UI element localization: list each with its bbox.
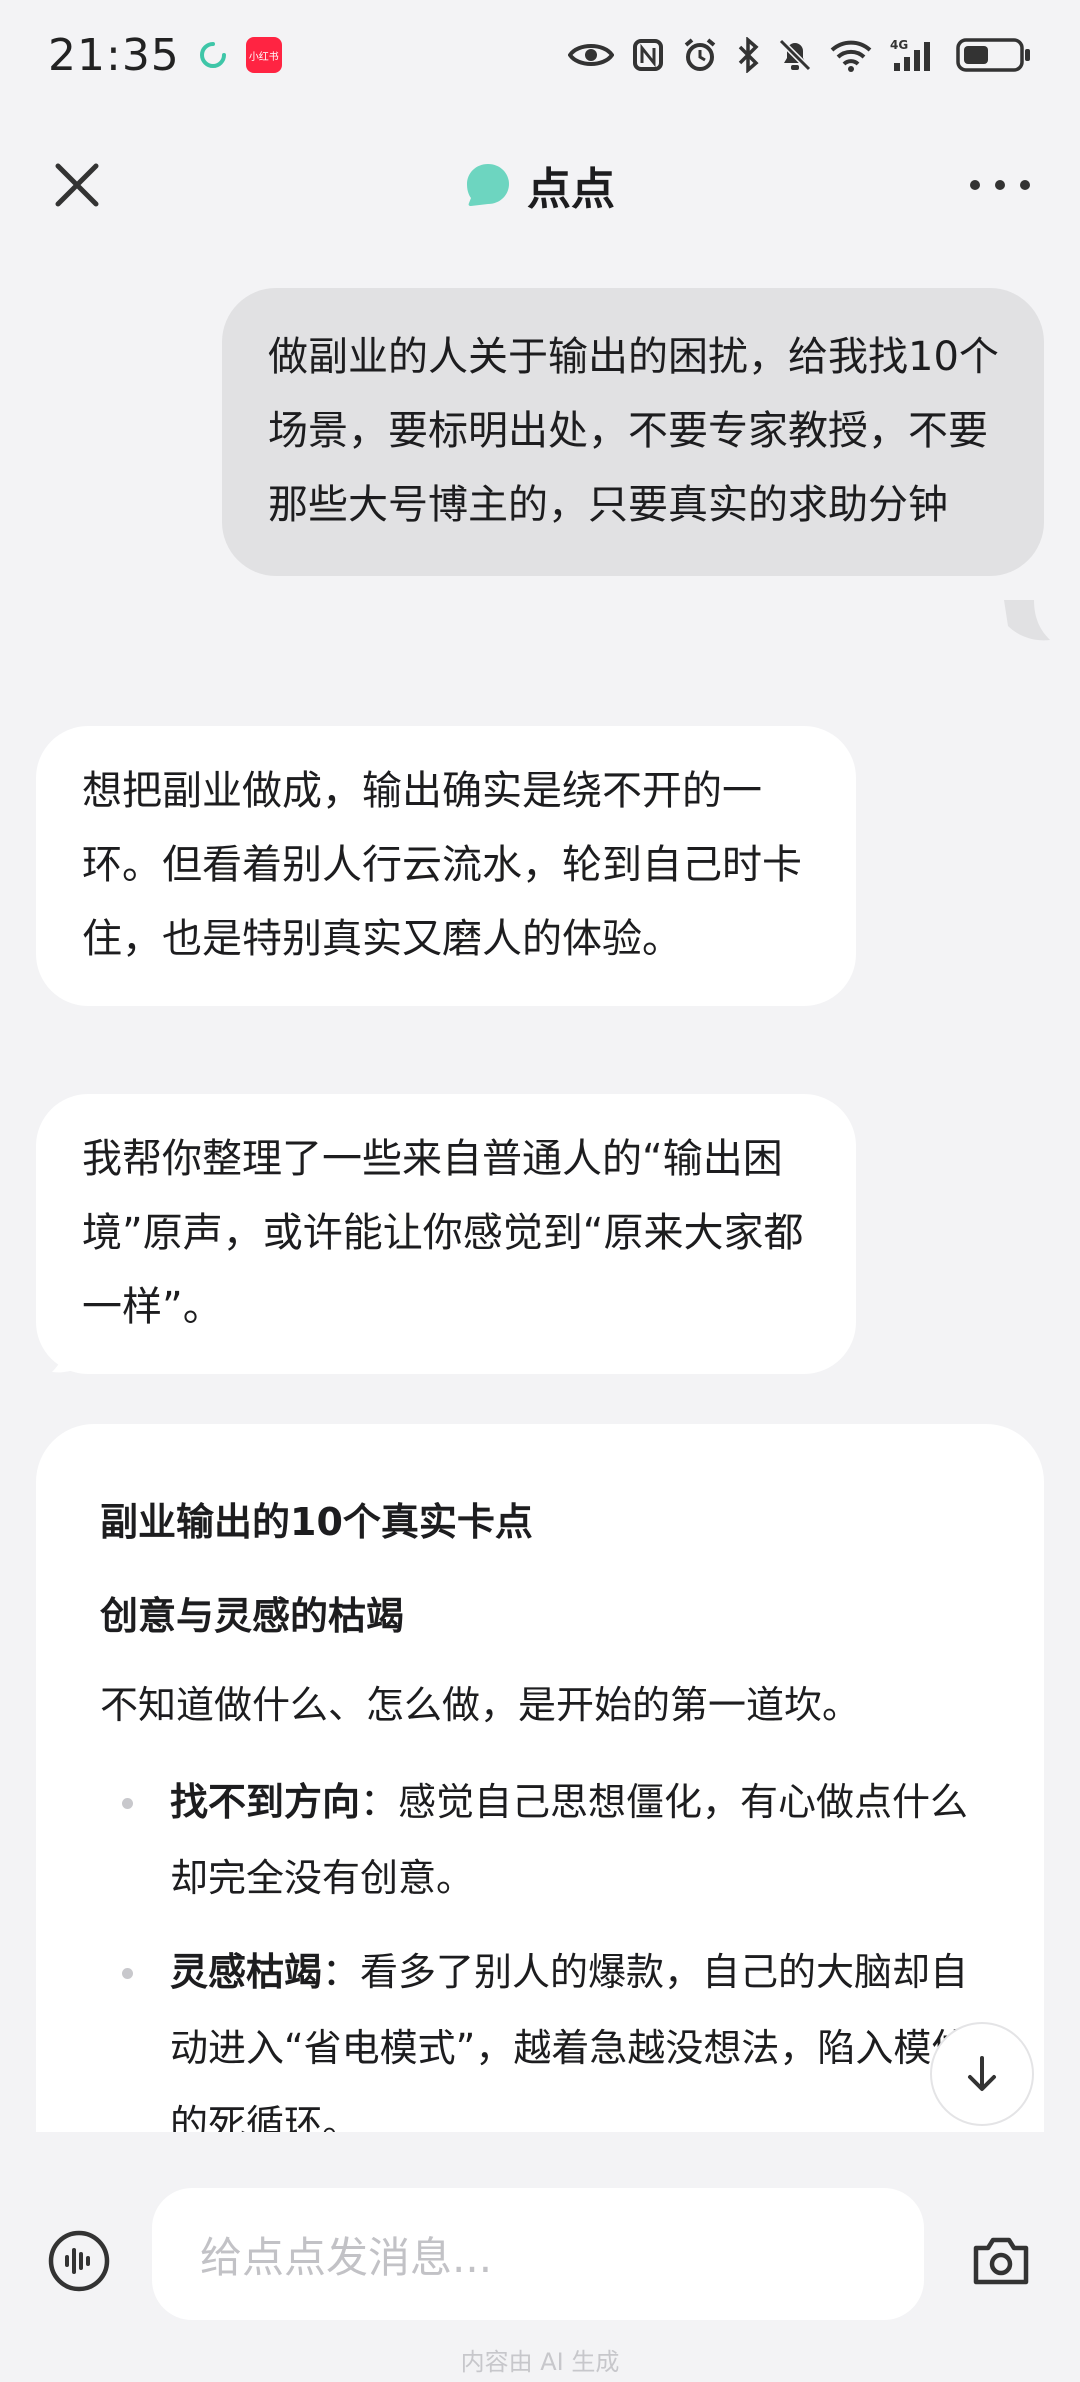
- more-dot: [995, 180, 1005, 190]
- user-message-bubble[interactable]: 做副业的人关于输出的困扰，给我找10个场景，要标明出处，不要专家教授，不要那些大…: [222, 288, 1044, 576]
- voice-icon[interactable]: [46, 2228, 112, 2294]
- status-right: 4G: [568, 37, 1032, 73]
- list-item: 灵感枯竭：看多了别人的爆款，自己的大脑却自动进入“省电模式”，越着急越没想法，陷…: [100, 1934, 980, 2144]
- section-intro: 不知道做什么、怎么做，是开始的第一道坎。: [100, 1683, 861, 1727]
- wifi-icon: [830, 40, 872, 72]
- nfc-icon: [633, 39, 663, 71]
- chat-header: 点点: [0, 130, 1080, 240]
- chat-screen: 21:35 小红书 4G 点点 做副业的人关于输出的困扰，给我找10个场景，要标…: [0, 0, 1080, 2382]
- close-icon[interactable]: [50, 158, 104, 212]
- eye-icon: [568, 44, 614, 66]
- answer-card[interactable]: 副业输出的10个真实卡点 创意与灵感的枯竭 不知道做什么、怎么做，是开始的第一道…: [36, 1424, 1044, 2144]
- sync-icon: [199, 42, 226, 68]
- scroll-down-button[interactable]: [930, 2022, 1034, 2126]
- ai-disclaimer: 内容由 AI 生成: [460, 2348, 620, 2376]
- status-left: 21:35 小红书: [48, 30, 282, 81]
- message-input-placeholder: 给点点发消息...: [200, 2232, 493, 2282]
- alarm-icon: [684, 38, 716, 71]
- arrow-down-icon: [968, 2056, 996, 2091]
- list-item-term: 找不到方向: [170, 1780, 361, 1824]
- user-bubble-tail: [1004, 600, 1050, 641]
- status-time: 21:35: [48, 29, 180, 81]
- point-list: 找不到方向：感觉自己思想僵化，有心做点什么却完全没有创意。 灵感枯竭：看多了别人…: [100, 1764, 980, 2144]
- list-item-separator: ：: [360, 1780, 399, 1824]
- section-title: 创意与灵感的枯竭: [100, 1594, 405, 1638]
- more-dot: [1020, 180, 1030, 190]
- user-message-text: 做副业的人关于输出的困扰，给我找10个场景，要标明出处，不要专家教授，不要那些大…: [268, 334, 999, 528]
- signal-4g-icon: 4G: [890, 38, 930, 71]
- chat-title: 点点: [527, 164, 615, 215]
- more-dot: [970, 180, 980, 190]
- bot-bubble-tail: [52, 1332, 98, 1373]
- list-item-term: 灵感枯竭: [170, 1950, 323, 1994]
- bluetooth-icon: [738, 37, 759, 73]
- chat-title-group: 点点: [465, 153, 615, 217]
- bot-avatar-icon: [467, 164, 509, 206]
- rednote-app-icon: 小红书: [245, 37, 282, 73]
- bot-message-bubble[interactable]: 我帮你整理了一些来自普通人的“输出困境”原声，或许能让你感觉到“原来大家都一样”…: [36, 1094, 856, 1374]
- list-item: 找不到方向：感觉自己思想僵化，有心做点什么却完全没有创意。: [100, 1764, 980, 1916]
- svg-text:4G: 4G: [890, 38, 908, 52]
- status-bar: 21:35 小红书 4G: [0, 0, 1080, 110]
- bot-message-text: 我帮你整理了一些来自普通人的“输出困境”原声，或许能让你感觉到“原来大家都一样”…: [82, 1136, 804, 1330]
- more-icon[interactable]: [970, 158, 1030, 212]
- message-input[interactable]: 给点点发消息...: [152, 2188, 924, 2320]
- card-title: 副业输出的10个真实卡点: [100, 1500, 533, 1544]
- battery-icon: [956, 38, 1030, 72]
- bot-message-text: 想把副业做成，输出确实是绕不开的一环。但看着别人行云流水，轮到自己时卡住，也是特…: [82, 768, 802, 962]
- list-item-separator: ：: [322, 1950, 361, 1994]
- bot-message-bubble[interactable]: 想把副业做成，输出确实是绕不开的一环。但看着别人行云流水，轮到自己时卡住，也是特…: [36, 726, 856, 1006]
- mute-icon: [778, 38, 812, 72]
- composer-bar: 给点点发消息... 内容由 AI 生成: [0, 2132, 1080, 2382]
- camera-icon[interactable]: [968, 2228, 1034, 2294]
